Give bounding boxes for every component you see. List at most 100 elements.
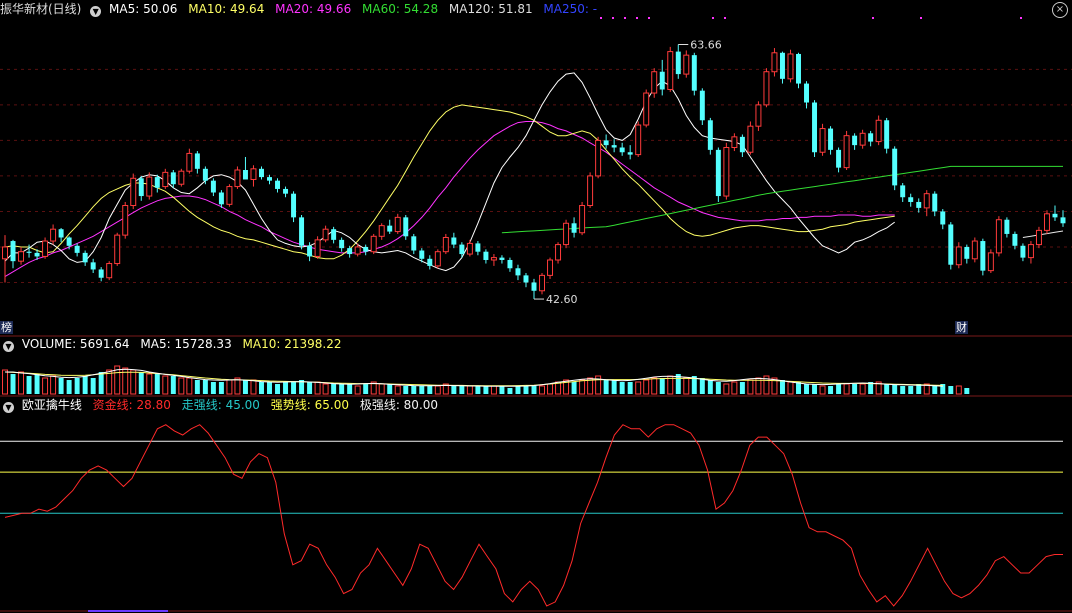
volume-bar <box>250 379 257 395</box>
candle-body <box>643 92 650 126</box>
volume-bar <box>314 381 321 395</box>
candle-body <box>138 178 144 197</box>
ma60-value: MA60: 54.28 <box>362 2 439 16</box>
candle-body <box>162 171 169 188</box>
volume-bar <box>58 378 64 394</box>
candle-body <box>259 168 264 178</box>
volume-bar <box>331 384 337 394</box>
candle-body <box>442 236 449 253</box>
volume-bar <box>66 380 72 394</box>
candle-body <box>122 205 129 236</box>
candle <box>218 190 224 208</box>
volume-bar <box>739 382 745 394</box>
candle <box>106 261 113 281</box>
candle-body <box>1043 213 1050 231</box>
volume-bar <box>242 380 248 394</box>
chevron-down-icon[interactable]: ▼ <box>90 6 102 17</box>
volume-bar <box>170 376 176 394</box>
fund-line-value: 资金线: 28.80 <box>92 398 171 412</box>
candle <box>683 50 690 78</box>
candle <box>314 236 321 259</box>
volume-bar <box>283 382 289 394</box>
volume-bar <box>459 386 465 394</box>
candle <box>923 190 930 217</box>
volume-bar <box>787 381 794 395</box>
candle-body <box>178 170 185 185</box>
candle-body <box>411 236 417 251</box>
flag-badge-right[interactable]: 财 <box>955 321 968 334</box>
candle-body <box>932 193 938 212</box>
candle-body <box>948 224 954 265</box>
candle <box>908 193 914 207</box>
candle-body <box>250 168 257 180</box>
chevron-down-icon[interactable]: ▼ <box>3 402 14 413</box>
volume-bar <box>146 373 153 395</box>
candle-body <box>210 180 216 193</box>
candle-body <box>378 225 385 237</box>
low-price-label: 42.60 <box>546 293 578 306</box>
volume-bar <box>394 385 401 395</box>
indicator-title: 欧亚擒牛线 <box>21 398 82 412</box>
close-icon[interactable]: × <box>1052 2 1068 18</box>
candle <box>651 68 658 98</box>
candle-body <box>715 149 721 197</box>
candle <box>250 165 257 187</box>
candle <box>587 172 594 208</box>
volume-bar <box>178 377 185 395</box>
chevron-down-icon[interactable]: ▼ <box>3 341 14 352</box>
candle <box>643 89 650 128</box>
candle-body <box>523 275 529 283</box>
volume-bar <box>162 375 169 395</box>
candle <box>547 257 554 279</box>
candle-body <box>347 248 353 255</box>
ma5-line <box>4 72 895 272</box>
volume-bar <box>291 382 297 394</box>
volume-ma10-value: MA10: 21398.22 <box>242 337 342 351</box>
candle <box>331 226 337 244</box>
stock-chart[interactable]: 63.66 42.60 <box>0 0 1072 613</box>
candle-body <box>779 52 785 79</box>
candle-body <box>490 257 497 261</box>
candle <box>747 121 754 155</box>
candle <box>490 254 497 266</box>
candle-body <box>531 282 537 291</box>
candle <box>299 214 305 250</box>
top-markers <box>600 17 1022 19</box>
volume-bar <box>579 379 586 395</box>
candle <box>1020 243 1026 262</box>
volume-bar <box>884 384 890 394</box>
candle <box>442 233 449 255</box>
candle-body <box>267 177 272 181</box>
volume-bar <box>499 386 505 394</box>
candle <box>322 225 329 243</box>
volume-bar <box>10 374 16 394</box>
candle-body <box>843 135 850 169</box>
flag-badge-left[interactable]: 榜 <box>0 321 13 334</box>
candle <box>475 241 481 256</box>
candle <box>812 100 818 157</box>
signal-dot <box>712 17 714 19</box>
candle-body <box>595 139 602 177</box>
ma10-value: MA10: 49.64 <box>188 2 265 16</box>
ma5-value: MA5: 50.06 <box>109 2 178 16</box>
volume-bar <box>964 388 970 394</box>
candle-body <box>707 120 713 150</box>
candle-body <box>659 71 665 90</box>
volume-bar <box>796 382 801 394</box>
candle <box>940 209 946 230</box>
candle <box>715 147 721 202</box>
candle <box>948 222 954 270</box>
candle <box>210 178 216 197</box>
volume-bar <box>226 379 233 395</box>
candle-body <box>555 244 562 261</box>
candle <box>378 223 385 240</box>
candle-body <box>571 223 577 233</box>
candle <box>283 186 289 198</box>
candle <box>18 246 25 265</box>
volume-bar <box>82 376 88 394</box>
candle-body <box>475 243 481 252</box>
candle-body <box>675 51 681 75</box>
candle-body <box>971 240 978 260</box>
candle-body <box>66 237 72 246</box>
candle <box>507 257 513 272</box>
